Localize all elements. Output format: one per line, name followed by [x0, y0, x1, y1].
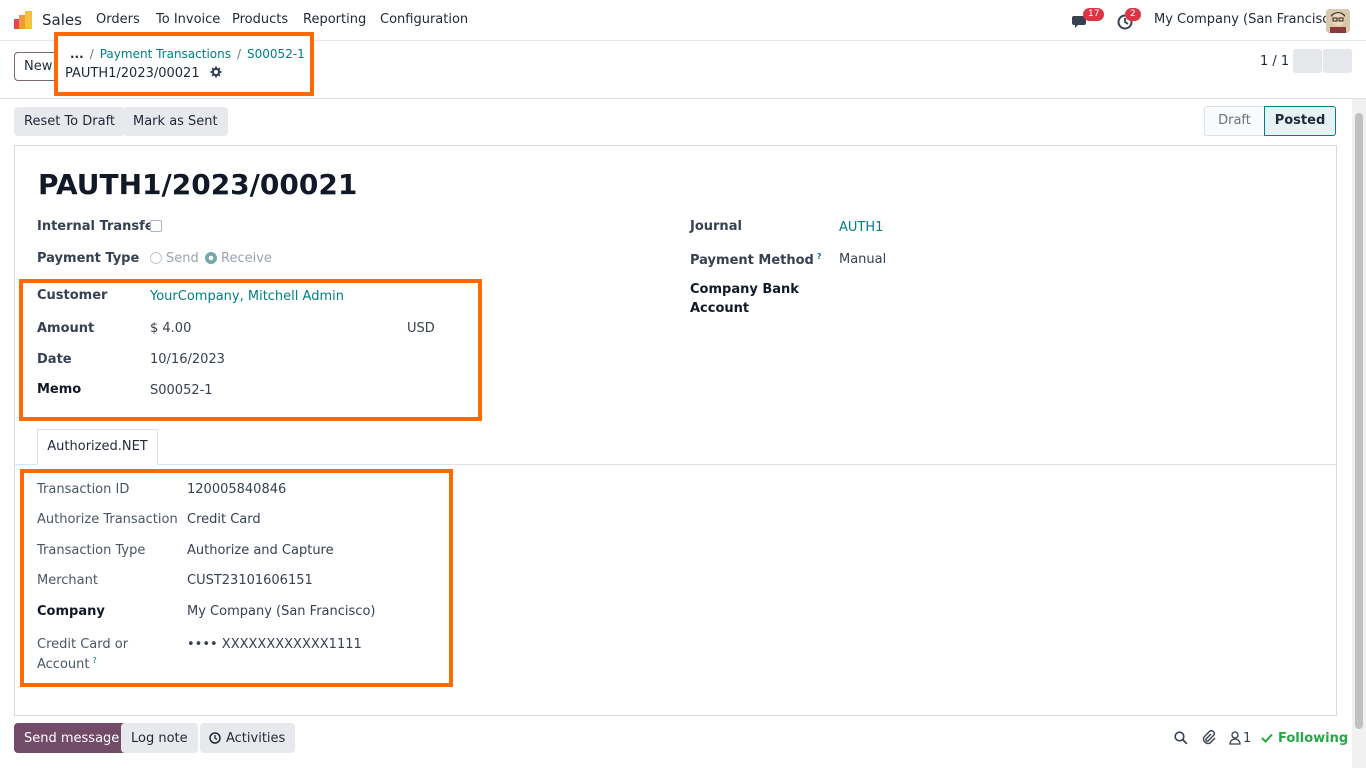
breadcrumb-payment-transactions[interactable]: Payment Transactions — [100, 47, 231, 61]
transaction-id-field[interactable]: 120005840846 — [187, 482, 286, 497]
mark-as-sent-button[interactable]: Mark as Sent — [123, 107, 228, 136]
user-avatar[interactable] — [1326, 9, 1350, 33]
payment-type-send-text: Send — [166, 251, 199, 266]
pager-next-button[interactable] — [1323, 49, 1352, 73]
payment-method-field[interactable]: Manual — [839, 252, 886, 267]
pager-buttons — [1293, 49, 1352, 73]
activities-button-chatter[interactable]: Activities — [200, 723, 296, 753]
pager-previous-button[interactable] — [1293, 49, 1322, 73]
journal-label: Journal — [690, 219, 742, 234]
company-bank-label-line1: Company Bank — [690, 282, 799, 297]
form-statusbar: Reset To Draft Mark as Sent Draft Posted — [0, 99, 1352, 145]
payment-type-receive-text: Receive — [221, 251, 272, 266]
payment-method-label-text: Payment Method — [690, 253, 814, 268]
record-name-text: PAUTH1/2023/00021 — [65, 66, 200, 81]
chatter-bar: Send message Log note Activities 1 Follo… — [0, 716, 1352, 768]
payment-title: PAUTH1/2023/00021 — [38, 168, 358, 201]
internal-transfer-checkbox[interactable] — [150, 220, 162, 232]
followers-count[interactable]: 1 — [1243, 731, 1251, 746]
customer-field[interactable]: YourCompany, Mitchell Admin — [150, 289, 344, 304]
scrollbar-thumb[interactable] — [1355, 113, 1363, 729]
date-field[interactable]: 10/16/2023 — [150, 352, 225, 367]
app-name[interactable]: Sales — [42, 11, 82, 29]
clock-icon — [209, 732, 221, 744]
send-message-button[interactable]: Send message — [14, 723, 130, 753]
status-draft[interactable]: Draft — [1204, 106, 1264, 136]
journal-field[interactable]: AUTH1 — [839, 220, 883, 235]
user-icon[interactable] — [1229, 731, 1241, 745]
vertical-scrollbar[interactable] — [1352, 99, 1366, 768]
credit-card-label-line2: Account? — [37, 656, 97, 672]
menu-products[interactable]: Products — [232, 12, 288, 27]
control-panel: New ... / Payment Transactions / S00052-1 PA… — [0, 32, 1366, 99]
authorize-transaction-field[interactable]: Credit Card — [187, 512, 261, 527]
breadcrumb-separator: / — [236, 47, 242, 61]
transaction-type-label: Transaction Type — [37, 543, 146, 558]
paperclip-icon[interactable] — [1201, 730, 1216, 746]
currency-field[interactable]: USD — [407, 321, 435, 336]
payment-type-receive-option[interactable]: Receive — [205, 251, 272, 266]
transaction-type-field[interactable]: Authorize and Capture — [187, 543, 334, 558]
company-label: Company — [37, 604, 105, 619]
help-tooltip-icon[interactable]: ? — [817, 252, 822, 261]
breadcrumb-separator: / — [89, 47, 94, 61]
activities-label: Activities — [226, 730, 286, 746]
internal-transfer-label: Internal Transfer — [37, 219, 161, 234]
payment-type-send-option[interactable]: Send — [150, 251, 199, 266]
memo-field[interactable]: S00052-1 — [150, 383, 213, 398]
date-label: Date — [37, 352, 72, 367]
menu-configuration[interactable]: Configuration — [380, 12, 468, 27]
reset-to-draft-button[interactable]: Reset To Draft — [14, 107, 126, 136]
pager-value[interactable]: 1 / 1 — [1260, 54, 1289, 69]
amount-field[interactable]: $ 4.00 — [150, 321, 191, 336]
company-field[interactable]: My Company (San Francisco) — [187, 604, 375, 619]
transaction-id-label: Transaction ID — [37, 482, 130, 497]
memo-label: Memo — [37, 382, 82, 397]
credit-card-label-line1: Credit Card or — [37, 637, 129, 652]
check-icon — [1261, 733, 1273, 743]
notebook-tabs: Authorized.NET — [15, 429, 1336, 465]
company-switcher[interactable]: My Company (San Francisco) — [1154, 12, 1342, 27]
activities-badge: 2 — [1125, 8, 1141, 21]
credit-card-label-text: Account — [37, 657, 90, 672]
following-button[interactable]: Following — [1278, 731, 1348, 746]
form-sheet: PAUTH1/2023/00021 Internal Transfer Paym… — [14, 145, 1337, 716]
sales-app-icon[interactable] — [14, 11, 34, 31]
avatar-icon — [1326, 9, 1350, 33]
amount-label: Amount — [37, 321, 95, 336]
activities-button[interactable]: 2 — [1117, 8, 1141, 31]
customer-label: Customer — [37, 288, 108, 303]
radio-receive[interactable] — [205, 252, 217, 264]
help-tooltip-icon[interactable]: ? — [93, 656, 97, 665]
payment-type-label: Payment Type — [37, 251, 140, 266]
gear-icon[interactable] — [210, 66, 222, 78]
log-note-button[interactable]: Log note — [121, 723, 198, 753]
status-posted[interactable]: Posted — [1264, 106, 1336, 136]
payment-method-label: Payment Method? — [690, 252, 821, 268]
breadcrumb: ... / Payment Transactions / S00052-1 — [70, 47, 305, 61]
status-steps: Draft Posted — [1204, 106, 1336, 136]
menu-reporting[interactable]: Reporting — [303, 12, 366, 27]
messages-badge: 17 — [1083, 8, 1105, 21]
menu-orders[interactable]: Orders — [96, 12, 140, 27]
breadcrumb-ellipsis[interactable]: ... — [70, 47, 84, 61]
record-name: PAUTH1/2023/00021 — [65, 66, 222, 81]
menu-to-invoice[interactable]: To Invoice — [156, 12, 220, 27]
breadcrumb-highlight: ... / Payment Transactions / S00052-1 PAUTH1… — [54, 32, 314, 96]
merchant-field[interactable]: CUST23101606151 — [187, 573, 313, 588]
merchant-label: Merchant — [37, 573, 98, 588]
credit-card-field[interactable]: •••• XXXXXXXXXXXX1111 — [187, 637, 362, 652]
breadcrumb-order[interactable]: S00052-1 — [247, 47, 305, 61]
radio-send[interactable] — [150, 252, 162, 264]
company-bank-label-line2: Account — [690, 301, 750, 316]
authorize-transaction-label: Authorize Transaction — [37, 512, 178, 527]
messages-button[interactable]: 17 — [1072, 8, 1105, 31]
search-icon[interactable] — [1174, 731, 1188, 745]
tab-authorized-net[interactable]: Authorized.NET — [37, 429, 158, 465]
